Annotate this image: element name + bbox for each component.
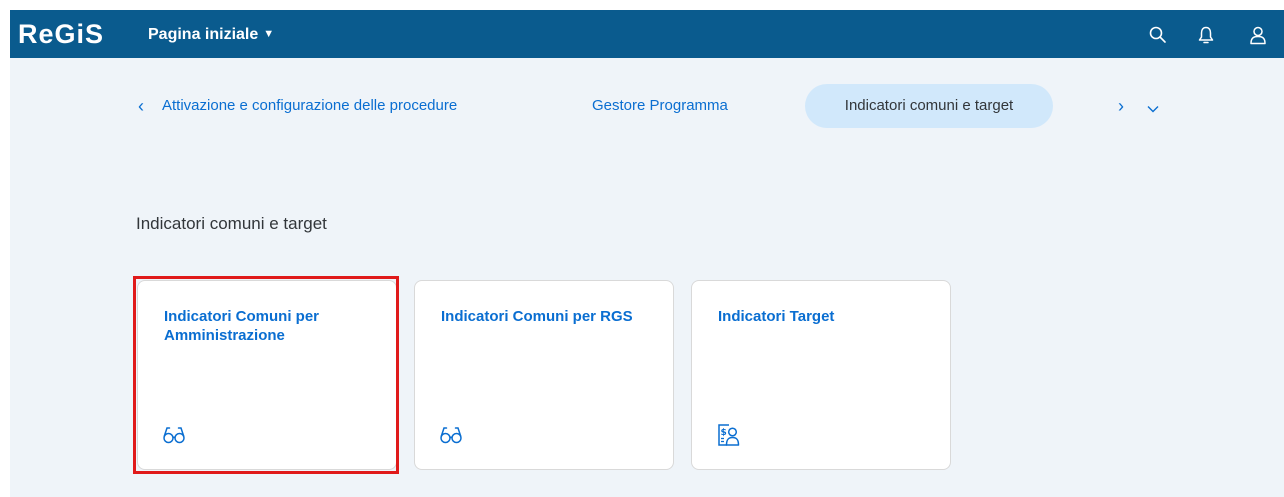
tile-title: Indicatori Comuni per Amministrazione bbox=[164, 308, 320, 344]
chevron-left-icon[interactable]: ‹ bbox=[138, 96, 144, 116]
home-menu-button[interactable]: Pagina iniziale ▼ bbox=[148, 24, 274, 45]
regis-logo[interactable]: ReGiS bbox=[18, 18, 104, 50]
search-icon[interactable] bbox=[1148, 25, 1168, 45]
bell-icon[interactable] bbox=[1196, 25, 1216, 45]
page-content: ‹ Attivazione e configurazione delle pro… bbox=[10, 58, 1284, 497]
anchor-bar: ‹ Attivazione e configurazione delle pro… bbox=[10, 58, 1284, 158]
section-title: Indicatori comuni e target bbox=[136, 214, 327, 233]
tile-indicatori-target[interactable]: Indicatori Target $ bbox=[691, 280, 951, 470]
svg-text:$: $ bbox=[721, 428, 727, 438]
anchor-item-gestore-programma[interactable]: Gestore Programma bbox=[592, 96, 728, 116]
tile-indicatori-comuni-rgs[interactable]: Indicatori Comuni per RGS bbox=[414, 280, 674, 470]
chevron-down-icon[interactable] bbox=[1146, 102, 1160, 116]
anchor-item-indicatori-active[interactable]: Indicatori comuni e target bbox=[805, 84, 1053, 128]
tile-title: Indicatori Target bbox=[718, 308, 835, 325]
home-menu-label: Pagina iniziale bbox=[148, 26, 259, 43]
tile-title: Indicatori Comuni per RGS bbox=[441, 308, 633, 325]
shell-bar: ReGiS Pagina iniziale ▼ bbox=[10, 10, 1284, 58]
glasses-icon bbox=[163, 427, 185, 444]
tile-indicatori-comuni-amministrazione[interactable]: Indicatori Comuni per Amministrazione bbox=[137, 280, 397, 470]
user-icon[interactable] bbox=[1248, 25, 1268, 45]
caret-down-icon: ▼ bbox=[263, 28, 275, 40]
anchor-item-attivazione[interactable]: Attivazione e configurazione delle proce… bbox=[162, 96, 457, 116]
glasses-icon bbox=[440, 427, 462, 444]
report-person-icon: $ bbox=[718, 424, 740, 446]
chevron-right-icon[interactable]: › bbox=[1118, 96, 1124, 116]
